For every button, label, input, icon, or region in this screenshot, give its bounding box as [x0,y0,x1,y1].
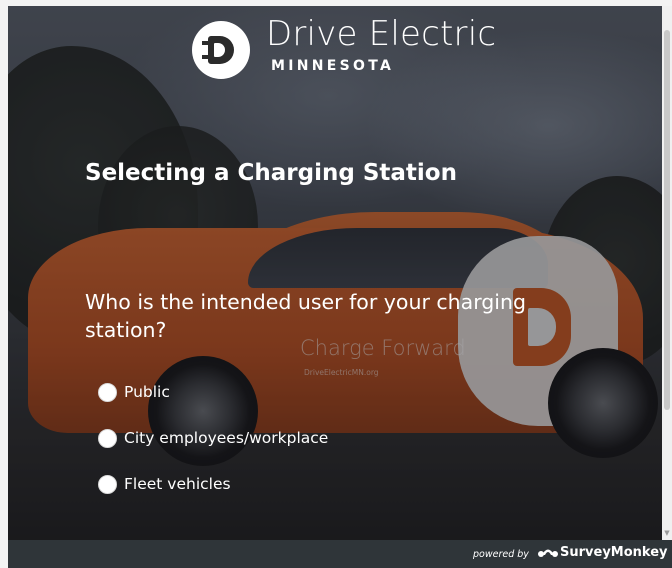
scroll-down-arrow-icon[interactable]: ▼ [663,529,671,537]
brand-subtitle: MINNESOTA [271,58,395,74]
option-label[interactable]: Public [124,383,170,401]
scrollbar-thumb[interactable] [664,30,670,410]
option-public[interactable]: Public [98,381,170,403]
radio-button[interactable] [98,382,117,402]
powered-by-label: powered by [473,549,529,560]
page-title: Selecting a Charging Station [85,160,457,186]
surveymonkey-logo-icon[interactable] [538,546,558,558]
survey-panel: Charge Forward DriveElectricMN.org [8,6,662,540]
background-overlay [8,6,662,540]
option-city-employees-workplace[interactable]: City employees/workplace [98,427,328,449]
option-fleet-vehicles[interactable]: Fleet vehicles [98,473,231,495]
question-text: Who is the intended user for your chargi… [85,290,527,342]
surveymonkey-link[interactable]: SurveyMonkey [560,545,668,560]
radio-button[interactable] [98,428,117,448]
option-label[interactable]: City employees/workplace [124,429,328,447]
radio-button[interactable] [98,474,117,494]
brand-title: Drive Electric [266,14,497,54]
survey-frame: Charge Forward DriveElectricMN.org Drive… [0,0,672,568]
option-label[interactable]: Fleet vehicles [124,475,231,493]
